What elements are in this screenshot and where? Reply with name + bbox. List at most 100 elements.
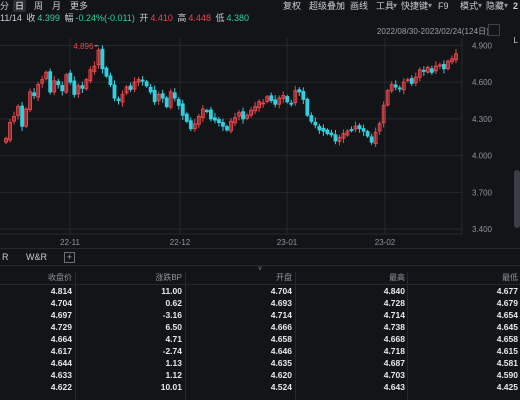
table-row[interactable]: 4.622 10.01 4.524 4.643 4.425 — [0, 381, 520, 393]
candlestick-chart[interactable]: 4.9004.6004.3004.0003.7003.400 22-11 22-1… — [0, 38, 506, 248]
col-header-close[interactable]: 收盘价 — [48, 272, 72, 284]
cell-close: 4.814 — [50, 286, 72, 296]
candle-down — [164, 97, 169, 108]
adjust-button[interactable]: 复权 — [283, 0, 301, 12]
tools-button[interactable]: 工具 — [376, 0, 394, 12]
close-label: 收 — [26, 13, 36, 23]
period-month-button[interactable]: 月 — [52, 0, 61, 12]
f9-button[interactable]: F9 — [438, 0, 449, 12]
cell-low: 4.677 — [496, 286, 518, 296]
draw-line-button[interactable]: 画线 — [350, 0, 368, 12]
right-scrollbar[interactable] — [514, 170, 520, 228]
tab-r[interactable]: R — [2, 249, 9, 265]
table-row[interactable]: 4.633 1.12 4.620 4.703 4.590 — [0, 369, 520, 381]
candle-down — [108, 75, 113, 86]
cell-change-bp: 6.50 — [165, 322, 182, 332]
more-periods-button[interactable]: 更多 — [70, 0, 88, 12]
tab-wr[interactable]: W&R — [26, 249, 47, 265]
table-header: 收盘价 涨跌BP 开盘 最高 最低 — [0, 272, 520, 285]
candle-down — [217, 119, 221, 124]
cell-change-bp: 1.12 — [165, 370, 182, 380]
candle-down — [140, 79, 145, 82]
col-header-change-bp[interactable]: 涨跌BP — [155, 272, 182, 284]
candle-down — [365, 131, 370, 137]
table-row[interactable]: 4.814 11.00 4.704 4.840 4.677 — [0, 285, 520, 297]
cell-close: 4.633 — [50, 370, 72, 380]
mode-button[interactable]: 模式 — [460, 0, 478, 12]
table-row[interactable]: 4.697 -3.16 4.714 4.714 4.654 — [0, 309, 520, 321]
candle-down — [80, 85, 85, 89]
cell-open: 4.658 — [270, 334, 292, 344]
cell-close: 4.729 — [50, 322, 72, 332]
candle-down — [32, 92, 37, 97]
low-value: 4.380 — [226, 13, 250, 23]
cell-low: 4.615 — [496, 346, 518, 356]
cell-high: 4.738 — [383, 322, 405, 332]
table-row[interactable]: 4.617 -2.74 4.646 4.718 4.615 — [0, 345, 520, 357]
cell-close: 4.622 — [50, 382, 72, 392]
cell-high: 4.668 — [383, 334, 405, 344]
col-header-open[interactable]: 开盘 — [276, 272, 292, 284]
candle-down — [429, 68, 434, 73]
cell-open: 4.620 — [270, 370, 292, 380]
shortcut-dropdown-icon[interactable]: ▾ — [428, 0, 432, 12]
candle-down — [273, 99, 278, 105]
x-axis: 22-11 22-12 23-01 23-02 — [60, 238, 396, 247]
candle-down — [361, 128, 366, 132]
cell-open: 4.646 — [270, 346, 292, 356]
candle-down — [56, 80, 61, 86]
cell-change-bp: 0.62 — [165, 298, 182, 308]
period-week-button[interactable]: 周 — [34, 0, 43, 12]
candle-down — [204, 110, 209, 113]
candle-down — [160, 93, 165, 99]
candles-layer — [4, 45, 458, 147]
cell-change-bp: 1.13 — [165, 358, 182, 368]
hide-dropdown-icon[interactable]: ▾ — [504, 0, 508, 12]
mode-dropdown-icon[interactable]: ▾ — [478, 0, 482, 12]
candle-down — [305, 98, 310, 116]
tools-dropdown-icon[interactable]: ▾ — [393, 0, 397, 12]
candle-down — [269, 95, 274, 101]
x-tick-label: 23-02 — [375, 238, 396, 247]
table-row[interactable]: 4.704 0.62 4.693 4.728 4.679 — [0, 297, 520, 309]
add-tab-icon[interactable]: + — [64, 252, 75, 263]
candle-down — [333, 134, 338, 142]
period-minute-button[interactable]: 分 — [0, 0, 9, 12]
candle-down — [393, 84, 398, 88]
low-label: 低 — [215, 13, 225, 23]
cell-high: 4.728 — [383, 298, 405, 308]
col-header-low[interactable]: 最低 — [502, 272, 518, 284]
candle-down — [128, 85, 133, 90]
collapse-chevron-icon[interactable]: ∨ — [257, 264, 262, 272]
candle-down — [241, 111, 245, 120]
candle-down — [188, 120, 193, 130]
cell-open: 4.693 — [270, 298, 292, 308]
y-tick-label: 3.400 — [472, 225, 493, 234]
cell-open: 4.635 — [270, 358, 292, 368]
table-row[interactable]: 4.664 4.71 4.658 4.668 4.658 — [0, 333, 520, 345]
cell-open: 4.524 — [270, 382, 292, 392]
cell-close: 4.664 — [50, 334, 72, 344]
col-header-high[interactable]: 最高 — [389, 272, 405, 284]
candle-down — [317, 125, 322, 131]
open-value: 4.410 — [150, 13, 173, 23]
candle-down — [349, 129, 354, 132]
candle-down — [68, 72, 73, 83]
overlay-dropdown-icon[interactable]: ▾ — [339, 0, 343, 12]
hide-button[interactable]: 隐藏 — [486, 0, 504, 12]
candle-down — [104, 67, 109, 77]
cell-change-bp: 10.01 — [160, 382, 182, 392]
period-day-button[interactable]: 日 — [13, 0, 27, 12]
shortcut-button[interactable]: 快捷键 — [401, 0, 428, 12]
candle-down — [116, 98, 121, 101]
table-row[interactable]: 4.644 1.13 4.635 4.687 4.581 — [0, 357, 520, 369]
table-row[interactable]: 4.729 6.50 4.666 4.738 4.645 — [0, 321, 520, 333]
candle-up — [438, 64, 442, 67]
range-toggle-box[interactable] — [488, 24, 500, 36]
candle-down — [329, 132, 334, 136]
candle-down — [309, 115, 314, 122]
cell-high: 4.714 — [383, 310, 405, 320]
candle-down — [72, 80, 77, 95]
candle-down — [301, 90, 306, 100]
candle-down — [369, 136, 374, 143]
